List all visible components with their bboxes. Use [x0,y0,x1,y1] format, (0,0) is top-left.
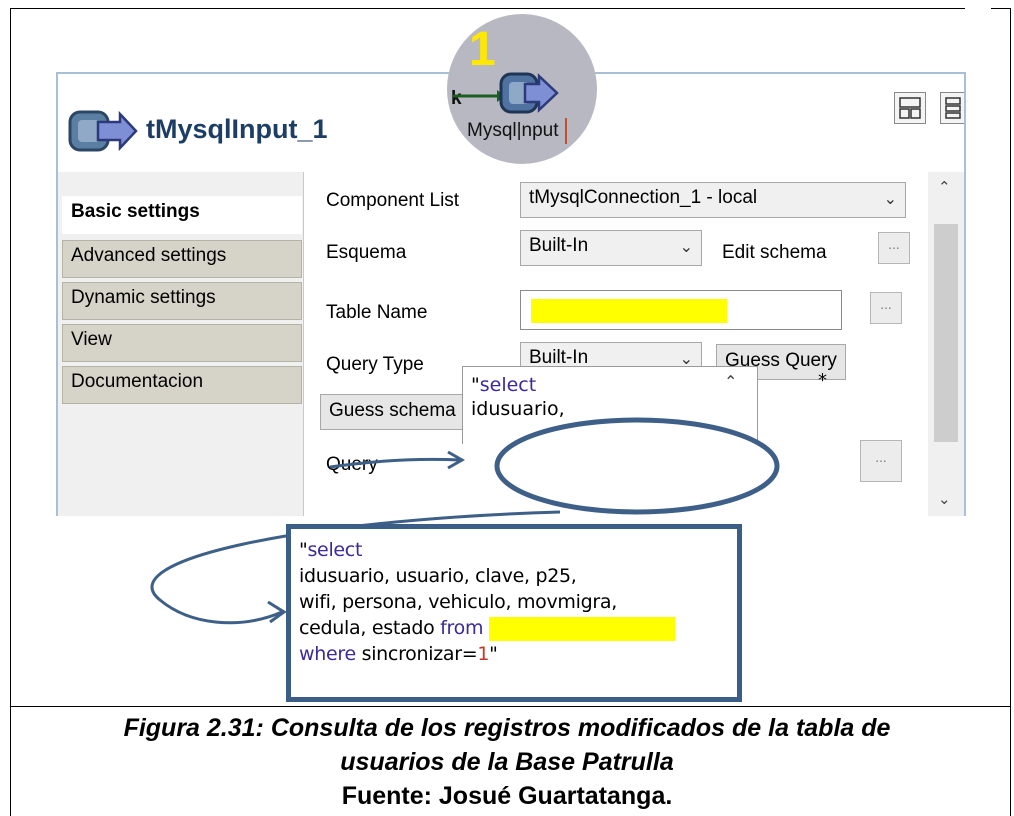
callout-line-2: idusuario, usuario, clave, p25, [299,565,577,587]
callout-arrow-head [267,600,287,624]
figure-caption-line-1: Figura 2.31: Consulta de los registros m… [123,714,891,742]
callout-line-4: cedula, estado [299,617,441,639]
callout-line-3: wifi, persona, vehiculo, movmigra, [299,591,617,613]
callout-closing-quote: " [489,643,498,665]
query-callout: "select idusuario, usuario, clave, p25, … [286,524,742,702]
redacted-table-name-callout [488,616,675,641]
figure-source: Fuente: Josué Guartatanga. [341,782,673,810]
figure-caption-line-2: usuarios de la Base Patrulla [340,748,674,776]
query-highlight-ellipse [494,417,780,515]
callout-keyword-select: select [307,539,363,561]
callout-number: 1 [477,643,490,665]
callout-line-5: sincronizar= [355,643,478,665]
callout-keyword-from: from [440,617,484,639]
pointer-arrow-line [329,457,461,469]
callout-keyword-where: where [299,643,356,665]
